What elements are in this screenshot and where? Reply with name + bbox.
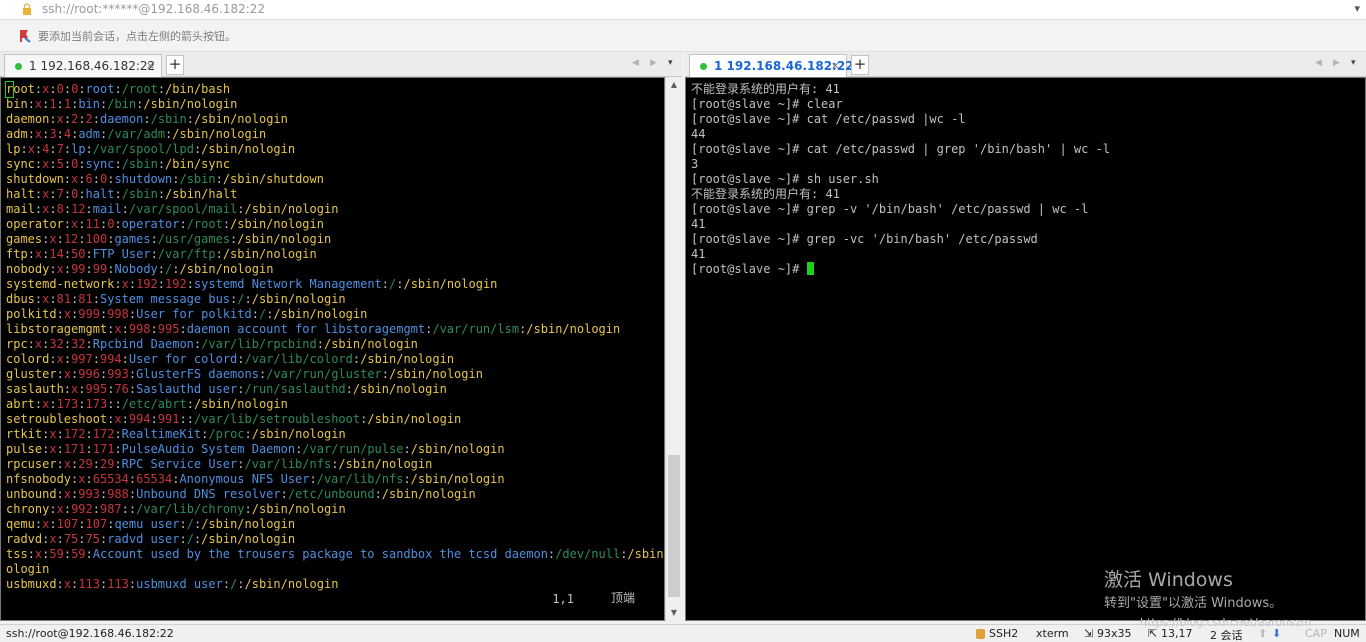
passwd-line: halt:x:7:0:halt:/sbin:/sbin/halt: [6, 187, 238, 201]
passwd-line: root:x:0:0:root:/root:/bin/bash: [4, 81, 231, 98]
lock-icon: [976, 629, 985, 639]
shell-line: [root@slave ~]# cat /etc/passwd | grep '…: [691, 142, 1111, 156]
num-lock-indicator: NUM: [1334, 627, 1360, 640]
connection-string: ssh://root@192.168.46.182:22: [6, 627, 174, 640]
connected-status-icon: [15, 63, 22, 70]
passwd-line: usbmuxd:x:113:113:usbmuxd user:/:/sbin/n…: [6, 577, 339, 591]
shell-line: [root@slave ~]# cat /etc/passwd |wc -l: [691, 112, 966, 126]
tab-list-dropdown-icon[interactable]: ▾: [668, 58, 673, 68]
passwd-line: dbus:x:81:81:System message bus:/:/sbin/…: [6, 292, 346, 306]
passwd-line: colord:x:997:994:User for colord:/var/li…: [6, 352, 455, 366]
passwd-line: abrt:x:173:173::/etc/abrt:/sbin/nologin: [6, 397, 288, 411]
window-title: ssh://root:******@192.168.46.182:22: [42, 2, 266, 16]
passwd-line: shutdown:x:6:0:shutdown:/sbin:/sbin/shut…: [6, 172, 324, 186]
title-bar: ssh://root:******@192.168.46.182:22 ▾: [0, 0, 1366, 20]
left-session-pane: 1 192.168.46.182:22 × + ◀ ▶ ▾ root:x:0:0…: [0, 52, 682, 621]
vim-scroll-indicator: 顶端: [610, 591, 635, 605]
activation-watermark-title: 激活 Windows: [1104, 569, 1233, 591]
scroll-thumb[interactable]: [668, 455, 680, 597]
close-icon[interactable]: ×: [831, 59, 840, 72]
add-tab-button[interactable]: +: [851, 55, 869, 75]
passwd-line: lp:x:4:7:lp:/var/spool/lpd:/sbin/nologin: [6, 142, 296, 156]
tab-label: 1 192.168.46.182:22: [29, 59, 156, 73]
passwd-line: polkitd:x:999:998:User for polkitd:/:/sb…: [6, 307, 368, 321]
vim-cursor-position: 1,1: [552, 592, 574, 606]
status-bar: ssh://root@192.168.46.182:22 SSH2 xterm …: [0, 616, 1366, 642]
chevron-down-icon[interactable]: ▾: [1354, 2, 1360, 15]
add-tab-button[interactable]: +: [166, 55, 184, 75]
passwd-line: chrony:x:992:987::/var/lib/chrony:/sbin/…: [6, 502, 346, 516]
passwd-output: root:x:0:0:root:/root:/bin/bash bin:x:1:…: [4, 81, 664, 592]
shell-line: [root@slave ~]# sh user.sh: [691, 172, 879, 186]
tab-scroll-right-icon[interactable]: ▶: [1333, 58, 1340, 68]
shell-output: 不能登录系统的用户有: 41 [root@slave ~]# clear [ro…: [691, 82, 1110, 277]
passwd-line: rpc:x:32:32:Rpcbind Daemon:/var/lib/rpcb…: [6, 337, 418, 351]
close-icon[interactable]: ×: [146, 59, 155, 72]
connected-status-icon: [700, 63, 707, 70]
left-tab-strip: 1 192.168.46.182:22 × + ◀ ▶ ▾: [0, 52, 682, 77]
passwd-line: setroubleshoot:x:994:991::/var/lib/setro…: [6, 412, 462, 426]
session-hint-bar: 要添加当前会话，点击左侧的箭头按钮。: [0, 20, 1366, 52]
right-terminal[interactable]: 不能登录系统的用户有: 41 [root@slave ~]# clear [ro…: [685, 77, 1366, 621]
terminal-cursor: [806, 262, 814, 275]
tab-scroll-left-icon[interactable]: ◀: [632, 58, 639, 68]
passwd-line: sync:x:5:0:sync:/sbin:/bin/sync: [6, 157, 231, 171]
left-terminal[interactable]: root:x:0:0:root:/root:/bin/bash bin:x:1:…: [0, 77, 665, 621]
bookmark-arrow-icon[interactable]: [18, 29, 32, 43]
passwd-line: pulse:x:171:171:PulseAudio System Daemon…: [6, 442, 505, 456]
passwd-line: saslauth:x:995:76:Saslauthd user:/run/sa…: [6, 382, 447, 396]
shell-line: 不能登录系统的用户有: 41: [691, 187, 840, 201]
passwd-line: systemd-network:x:192:192:systemd Networ…: [6, 277, 498, 291]
passwd-line: adm:x:3:4:adm:/var/adm:/sbin/nologin: [6, 127, 267, 141]
right-session-pane: 1 192.168.46.182:22 × + ◀ ▶ ▾ 不能登录系统的用户有…: [685, 52, 1366, 621]
passwd-line: daemon:x:2:2:daemon:/sbin:/sbin/nologin: [6, 112, 288, 126]
passwd-line: radvd:x:75:75:radvd user:/:/sbin/nologin: [6, 532, 296, 546]
caps-lock-indicator: CAP: [1305, 627, 1327, 640]
passwd-line: libstoragemgmt:x:998:995:daemon account …: [6, 322, 621, 336]
terminal-size-icon: ⇲: [1084, 627, 1094, 640]
scroll-up-icon[interactable]: ▲: [666, 77, 682, 93]
passwd-line: qemu:x:107:107:qemu user:/:/sbin/nologin: [6, 517, 296, 531]
session-hint-text: 要添加当前会话，点击左侧的箭头按钮。: [38, 30, 236, 43]
terminal-size: 93x35: [1097, 627, 1132, 640]
shell-line: 3: [691, 157, 699, 171]
passwd-line: gluster:x:996:993:GlusterFS daemons:/var…: [6, 367, 483, 381]
right-tab-strip: 1 192.168.46.182:22 × + ◀ ▶ ▾: [685, 52, 1366, 77]
scroll-down-icon[interactable]: ▼: [666, 605, 682, 621]
passwd-line: operator:x:11:0:operator:/root:/sbin/nol…: [6, 217, 324, 231]
shell-line: 不能登录系统的用户有: 41: [691, 82, 840, 96]
passwd-line: tss:x:59:59:Account used by the trousers…: [6, 547, 664, 576]
watermark-url: https://blog.csdn.net/aaronszm: [1140, 616, 1312, 629]
passwd-line: bin:x:1:1:bin:/bin:/sbin/nologin: [6, 97, 238, 111]
passwd-line: nobody:x:99:99:Nobody:/:/sbin/nologin: [6, 262, 274, 276]
activation-watermark-text: 转到"设置"以激活 Windows。: [1104, 596, 1283, 611]
passwd-line: games:x:12:100:games:/usr/games:/sbin/no…: [6, 232, 332, 246]
shell-line: 41: [691, 217, 706, 231]
upload-arrow-icon: ⬆: [1258, 627, 1268, 640]
tab-list-dropdown-icon[interactable]: ▾: [1351, 58, 1356, 68]
protocol: SSH2: [989, 627, 1019, 640]
tab-scroll-left-icon[interactable]: ◀: [1315, 58, 1322, 68]
tab-scroll-right-icon[interactable]: ▶: [650, 58, 657, 68]
download-arrow-icon: ⬇: [1272, 627, 1282, 640]
passwd-line: nfsnobody:x:65534:65534:Anonymous NFS Us…: [6, 472, 505, 486]
passwd-line: ftp:x:14:50:FTP User:/var/ftp:/sbin/nolo…: [6, 247, 317, 261]
shell-line: [root@slave ~]# grep -vc '/bin/bash' /et…: [691, 232, 1038, 246]
passwd-line: rpcuser:x:29:29:RPC Service User:/var/li…: [6, 457, 433, 471]
passwd-line: mail:x:8:12:mail:/var/spool/mail:/sbin/n…: [6, 202, 339, 216]
shell-line: 41: [691, 247, 706, 261]
passwd-line: rtkit:x:172:172:RealtimeKit:/proc:/sbin/…: [6, 427, 346, 441]
passwd-line: unbound:x:993:988:Unbound DNS resolver:/…: [6, 487, 476, 501]
terminal-type: xterm: [1036, 627, 1069, 640]
left-scrollbar[interactable]: ▲ ▼: [665, 77, 682, 621]
right-session-tab[interactable]: 1 192.168.46.182:22 ×: [689, 54, 854, 77]
shell-line: 44: [691, 127, 706, 141]
left-session-tab[interactable]: 1 192.168.46.182:22 ×: [4, 54, 162, 77]
lock-icon: [23, 3, 31, 15]
shell-line: [root@slave ~]#: [691, 262, 807, 276]
shell-line: [root@slave ~]# grep -v '/bin/bash' /etc…: [691, 202, 1089, 216]
shell-line: [root@slave ~]# clear: [691, 97, 843, 111]
session-count: 2 会话: [1210, 629, 1243, 642]
